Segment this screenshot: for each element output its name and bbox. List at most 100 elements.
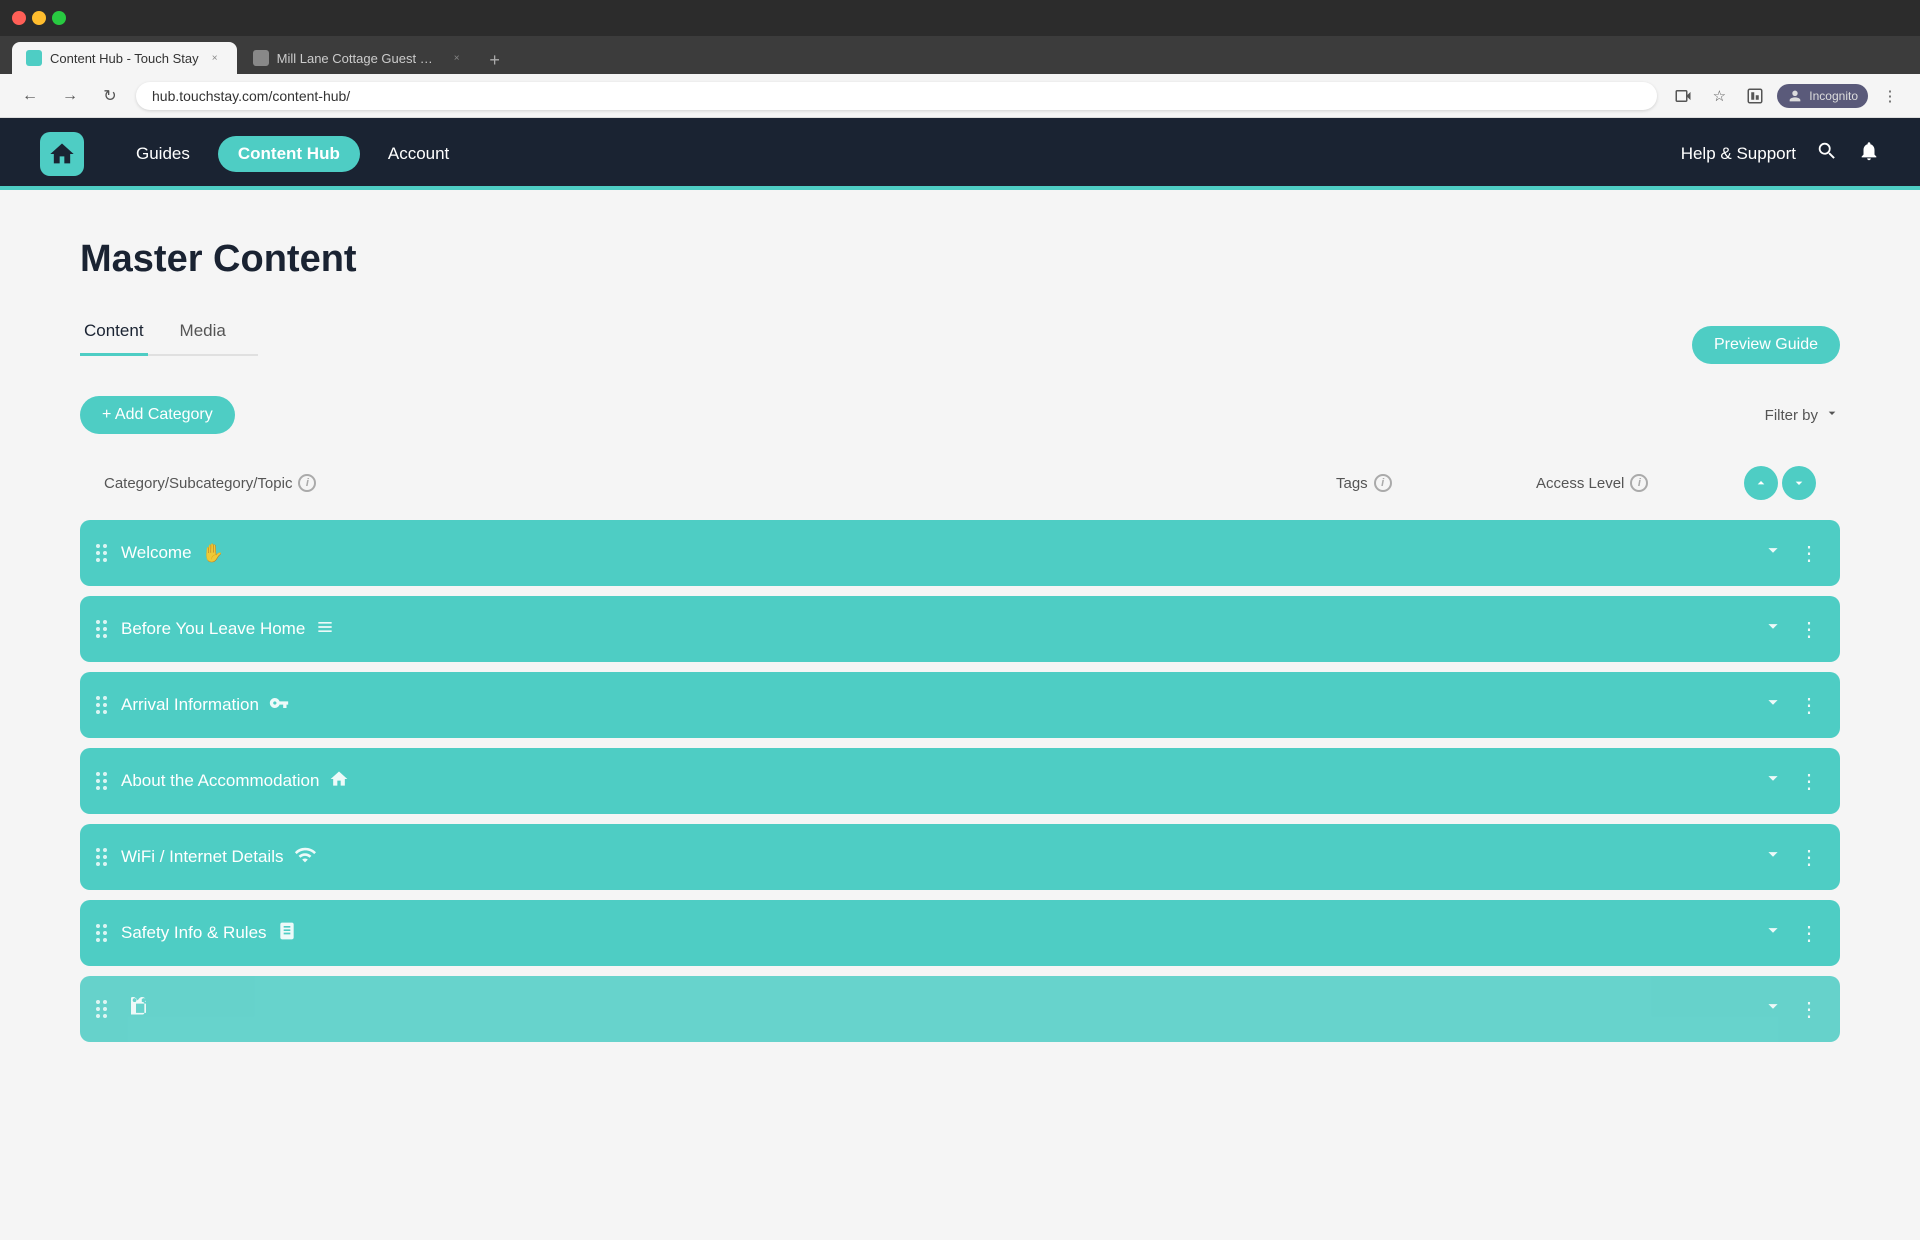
forward-button[interactable]: → <box>56 82 84 110</box>
address-input[interactable] <box>136 82 1657 110</box>
tab-close-mill[interactable]: × <box>449 50 465 66</box>
content-tabs: Content Media <box>80 309 258 356</box>
tab-title-mill: Mill Lane Cottage Guest Welco... <box>277 51 441 66</box>
more-icon-arrival[interactable]: ⋮ <box>1794 693 1824 718</box>
app-nav: Guides Content Hub Account Help & Suppor… <box>0 118 1920 190</box>
category-label-accommodation: About the Accommodation <box>121 771 319 791</box>
th-tags: Tags i <box>1336 474 1536 492</box>
th-access: Access Level i <box>1536 474 1736 492</box>
drag-handle-arrival[interactable] <box>96 696 107 714</box>
maximize-window-button[interactable] <box>52 11 66 25</box>
filter-by-dropdown[interactable]: Filter by <box>1765 405 1840 425</box>
category-label-wifi: WiFi / Internet Details <box>121 847 284 867</box>
address-bar-right: ☆ Incognito ⋮ <box>1669 82 1904 110</box>
category-label-before: Before You Leave Home <box>121 619 305 639</box>
drag-handle-partial[interactable] <box>96 1000 107 1018</box>
nav-link-account[interactable]: Account <box>368 136 469 172</box>
search-icon[interactable] <box>1816 140 1838 168</box>
minimize-window-button[interactable] <box>32 11 46 25</box>
bell-icon[interactable] <box>1858 140 1880 168</box>
category-row-safety[interactable]: Safety Info & Rules ⋮ <box>80 900 1840 966</box>
star-icon[interactable]: ☆ <box>1705 82 1733 110</box>
category-toolbar: + Add Category Filter by <box>80 396 1840 434</box>
category-row-partial[interactable]: ⋮ <box>80 976 1840 1042</box>
category-icon-partial <box>131 997 151 1022</box>
incognito-label: Incognito <box>1809 89 1858 103</box>
drag-handle-safety[interactable] <box>96 924 107 942</box>
expand-icon-arrival[interactable] <box>1758 691 1788 719</box>
page-title: Master Content <box>80 238 1840 281</box>
expand-icon-safety[interactable] <box>1758 919 1788 947</box>
row-actions-wifi: ⋮ <box>1758 843 1824 871</box>
category-icon-before <box>315 617 335 642</box>
row-actions-partial: ⋮ <box>1758 995 1824 1023</box>
refresh-button[interactable]: ↻ <box>96 82 124 110</box>
drag-handle-accommodation[interactable] <box>96 772 107 790</box>
incognito-button[interactable]: Incognito <box>1777 84 1868 108</box>
tab-content-hub[interactable]: Content Hub - Touch Stay × <box>12 42 237 74</box>
more-icon-welcome[interactable]: ⋮ <box>1794 541 1824 566</box>
drag-handle-welcome[interactable] <box>96 544 107 562</box>
expand-icon-accommodation[interactable] <box>1758 767 1788 795</box>
th-access-label: Access Level <box>1536 475 1624 492</box>
tab-content[interactable]: Content <box>80 309 148 356</box>
tags-info-icon[interactable]: i <box>1374 474 1392 492</box>
expand-icon-wifi[interactable] <box>1758 843 1788 871</box>
expand-icon-partial[interactable] <box>1758 995 1788 1023</box>
category-row-welcome[interactable]: Welcome ✋ ⋮ <box>80 520 1840 586</box>
more-icon-before[interactable]: ⋮ <box>1794 617 1824 642</box>
access-info-icon[interactable]: i <box>1630 474 1648 492</box>
category-name-safety: Safety Info & Rules <box>121 921 1758 946</box>
category-label-safety: Safety Info & Rules <box>121 923 267 943</box>
more-icon-wifi[interactable]: ⋮ <box>1794 845 1824 870</box>
back-button[interactable]: ← <box>16 82 44 110</box>
category-icon-wifi <box>294 844 316 871</box>
tab-title-content-hub: Content Hub - Touch Stay <box>50 51 199 66</box>
more-icon-accommodation[interactable]: ⋮ <box>1794 769 1824 794</box>
category-label-arrival: Arrival Information <box>121 695 259 715</box>
category-row-before-you-leave[interactable]: Before You Leave Home ⋮ <box>80 596 1840 662</box>
tab-close-content-hub[interactable]: × <box>207 50 223 66</box>
category-row-accommodation[interactable]: About the Accommodation ⋮ <box>80 748 1840 814</box>
traffic-lights <box>12 11 66 25</box>
drag-handle-wifi[interactable] <box>96 848 107 866</box>
tab-mill-lane[interactable]: Mill Lane Cottage Guest Welco... × <box>239 42 479 74</box>
add-category-button[interactable]: + Add Category <box>80 396 235 434</box>
category-info-icon[interactable]: i <box>298 474 316 492</box>
drag-handle-before[interactable] <box>96 620 107 638</box>
category-icon-safety <box>277 921 297 946</box>
more-icon-partial[interactable]: ⋮ <box>1794 997 1824 1022</box>
nav-right: Help & Support <box>1681 140 1880 168</box>
sort-down-button[interactable] <box>1782 466 1816 500</box>
new-tab-button[interactable]: + <box>481 46 509 74</box>
tab-bar: Content Hub - Touch Stay × Mill Lane Cot… <box>0 36 1920 74</box>
nav-link-content-hub[interactable]: Content Hub <box>218 136 360 172</box>
table-header: Category/Subcategory/Topic i Tags i Acce… <box>80 454 1840 512</box>
category-label-welcome: Welcome <box>121 543 192 563</box>
profile-extensions-icon[interactable] <box>1741 82 1769 110</box>
close-window-button[interactable] <box>12 11 26 25</box>
row-actions-accommodation: ⋮ <box>1758 767 1824 795</box>
expand-icon-before[interactable] <box>1758 615 1788 643</box>
category-row-arrival[interactable]: Arrival Information ⋮ <box>80 672 1840 738</box>
browser-menu-icon[interactable]: ⋮ <box>1876 82 1904 110</box>
sort-up-button[interactable] <box>1744 466 1778 500</box>
category-name-before: Before You Leave Home <box>121 617 1758 642</box>
category-icon-welcome: ✋ <box>202 543 224 564</box>
help-support-link[interactable]: Help & Support <box>1681 144 1796 164</box>
category-icon-accommodation <box>329 769 349 794</box>
row-actions-arrival: ⋮ <box>1758 691 1824 719</box>
camera-off-icon[interactable] <box>1669 82 1697 110</box>
app-logo[interactable] <box>40 132 84 176</box>
row-actions-before: ⋮ <box>1758 615 1824 643</box>
category-row-wifi[interactable]: WiFi / Internet Details ⋮ <box>80 824 1840 890</box>
tab-media[interactable]: Media <box>176 309 230 356</box>
sort-buttons <box>1744 466 1816 500</box>
preview-guide-button[interactable]: Preview Guide <box>1692 326 1840 364</box>
nav-link-guides[interactable]: Guides <box>116 136 210 172</box>
th-category-label: Category/Subcategory/Topic <box>104 475 292 492</box>
category-name-accommodation: About the Accommodation <box>121 769 1758 794</box>
expand-icon-welcome[interactable] <box>1758 539 1788 567</box>
more-icon-safety[interactable]: ⋮ <box>1794 921 1824 946</box>
th-tags-label: Tags <box>1336 475 1368 492</box>
